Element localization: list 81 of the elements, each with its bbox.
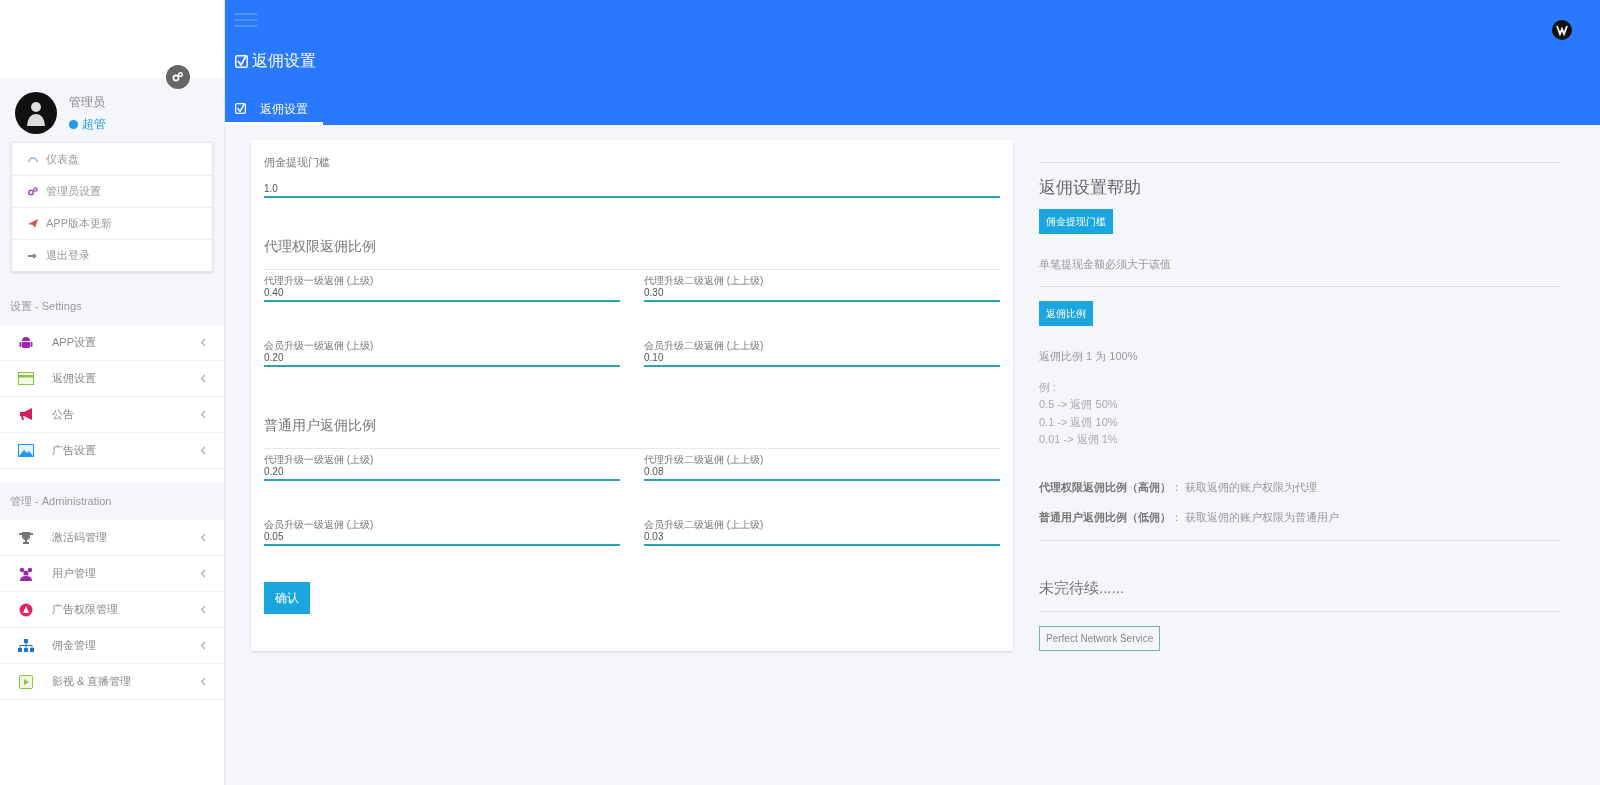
input-field[interactable]: 0.20 xyxy=(264,465,620,481)
chevron-icon xyxy=(200,605,206,614)
example-line: 0.1 -> 返佣 10% xyxy=(1039,414,1119,430)
input-field[interactable]: 0.08 xyxy=(644,465,1000,481)
sidebar-item[interactable]: 用户管理 xyxy=(0,556,224,592)
logo-icon[interactable] xyxy=(1552,20,1572,40)
label-tag: 佣金提现门槛 xyxy=(1039,208,1113,234)
example-line: 例 : xyxy=(1039,379,1058,395)
image-icon xyxy=(18,444,34,457)
field-label: 会员升级一级返佣 (上级) xyxy=(264,339,375,352)
user-role: 管理员 xyxy=(69,94,106,111)
chevron-icon xyxy=(200,677,206,686)
chevron-icon xyxy=(200,374,206,383)
menu-item[interactable]: APP版本更新 xyxy=(12,207,212,239)
settings-button[interactable] xyxy=(166,65,190,89)
chevron-icon xyxy=(200,569,206,578)
badge-icon xyxy=(19,602,33,617)
help-text: 代理权限返佣比例（高佣）： 获取返佣的账户权限为代理 xyxy=(1039,479,1319,495)
example-line: 0.01 -> 返佣 1% xyxy=(1039,432,1119,447)
input-field[interactable]: 0.30 xyxy=(644,286,1000,302)
role-label: 超管 xyxy=(82,116,106,133)
menu-item[interactable]: 退出登录 xyxy=(12,239,212,271)
menu-item[interactable]: 管理员设置 xyxy=(12,175,212,207)
sidebar-item[interactable]: 广告设置 xyxy=(0,433,224,469)
trophy-icon xyxy=(19,530,33,545)
field-label: 代理升级一级返佣 (上级) xyxy=(264,453,375,466)
paper-plane-icon xyxy=(28,219,38,228)
section-title: 普通用户返佣比例 xyxy=(264,414,1000,449)
chevron-icon xyxy=(200,446,206,455)
field-label: 会员升级一级返佣 (上级) xyxy=(264,518,375,531)
field-label: 会员升级二级返佣 (上上级) xyxy=(644,518,765,531)
dashboard-icon xyxy=(28,155,38,163)
megaphone-icon xyxy=(18,408,34,421)
field-label: 会员升级二级返佣 (上上级) xyxy=(644,339,765,352)
avatar xyxy=(15,92,57,134)
credit-card-icon xyxy=(18,372,34,385)
page-title: 返佣设置 xyxy=(252,51,316,71)
chevron-icon xyxy=(200,533,206,542)
field-label: 代理升级二级返佣 (上上级) xyxy=(644,274,765,287)
gears-icon xyxy=(172,71,184,83)
help-text: 返佣比例 1 为 100% xyxy=(1039,349,1139,364)
sidebar-item[interactable]: 返佣设置 xyxy=(0,361,224,397)
field-label: 代理升级一级返佣 (上级) xyxy=(264,274,375,287)
example-line: 0.5 -> 返佣 50% xyxy=(1039,397,1119,412)
help-heading: 返佣设置帮助 xyxy=(1039,177,1142,199)
sign-out-icon xyxy=(28,251,38,260)
check-square-icon xyxy=(235,103,246,114)
menu-item[interactable]: 仪表盘 xyxy=(12,143,212,175)
sidebar-item[interactable]: 影视 & 直播管理 xyxy=(0,664,224,700)
sidebar-item[interactable]: 激活码管理 xyxy=(0,520,224,556)
play-icon xyxy=(19,674,33,689)
input-field[interactable]: 0.10 xyxy=(644,351,1000,367)
check-square-icon xyxy=(235,54,248,68)
input-field[interactable]: 0.40 xyxy=(264,286,620,302)
chevron-icon xyxy=(200,641,206,650)
gears-icon xyxy=(28,187,38,196)
android-icon xyxy=(19,335,33,350)
input-field[interactable]: 1.0 xyxy=(264,182,1000,198)
section-header: 设置 - Settings xyxy=(0,288,224,325)
sidebar-item[interactable]: 公告 xyxy=(0,397,224,433)
input-field[interactable]: 0.20 xyxy=(264,351,620,367)
field-label: 佣金提现门槛 xyxy=(264,155,331,170)
sidebar-item[interactable]: 广告权限管理 xyxy=(0,592,224,628)
confirm-button[interactable]: 确认 xyxy=(264,581,310,614)
outline-tag: Perfect Network Service xyxy=(1039,626,1161,651)
input-field[interactable]: 0.03 xyxy=(644,530,1000,546)
field-label: 代理升级二级返佣 (上上级) xyxy=(644,453,765,466)
section-title: 代理权限返佣比例 xyxy=(264,235,1000,270)
help-text: 普通用户返佣比例（低佣）： 获取返佣的账户权限为普通用户 xyxy=(1039,510,1341,525)
chevron-icon xyxy=(200,410,206,419)
input-field[interactable]: 0.05 xyxy=(264,530,620,546)
sidebar-item[interactable]: 佣金管理 xyxy=(0,628,224,664)
chevron-icon xyxy=(200,338,206,347)
section-header: 管理 - Administration xyxy=(0,483,224,520)
help-heading: 未完待续...... xyxy=(1039,577,1125,598)
tab[interactable]: 返佣设置 xyxy=(225,95,323,125)
sidebar-item[interactable]: APP设置 xyxy=(0,325,224,361)
label-tag: 返佣比例 xyxy=(1039,301,1093,326)
sitemap-icon xyxy=(18,639,34,652)
users-icon xyxy=(18,566,34,581)
help-text: 单笔提现金额必须大于该值 xyxy=(1039,256,1172,272)
